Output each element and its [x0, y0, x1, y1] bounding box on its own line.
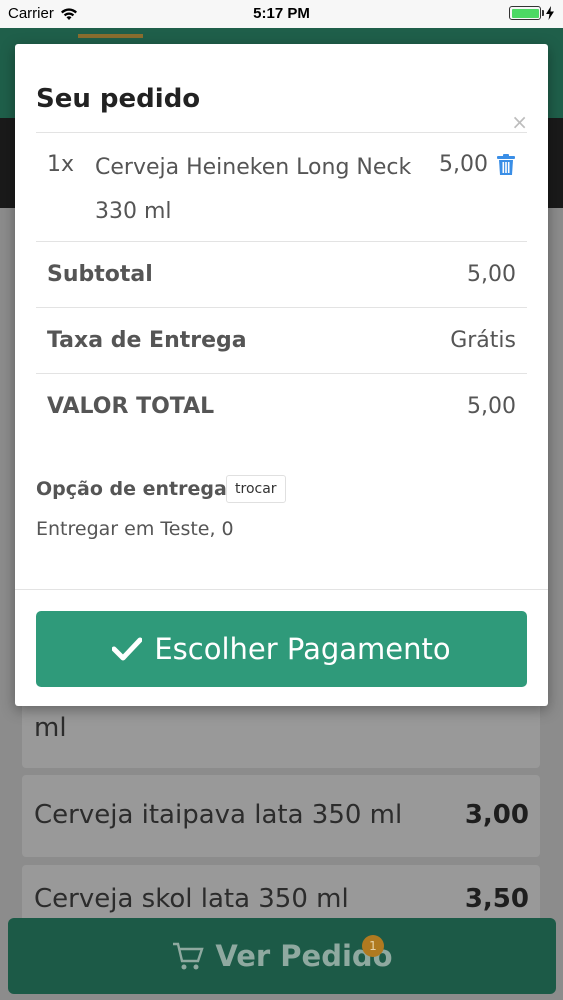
- divider: [36, 373, 527, 374]
- trash-icon[interactable]: [496, 154, 516, 176]
- modal-title: Seu pedido: [36, 84, 201, 114]
- list-item-name: Cerveja itaipava lata 350 ml: [34, 800, 403, 830]
- choose-payment-label: Escolher Pagamento: [154, 632, 451, 666]
- divider: [36, 132, 527, 133]
- total-label: VALOR TOTAL: [47, 394, 215, 419]
- divider: [36, 241, 527, 242]
- delivery-option-label: Opção de entrega: [36, 478, 227, 500]
- list-item-partial-text: ml: [34, 713, 67, 743]
- view-order-button[interactable]: Ver Pedido: [8, 918, 556, 994]
- cart-count-badge: 1: [362, 935, 384, 957]
- divider: [36, 307, 527, 308]
- list-item-price: 3,00: [464, 800, 529, 830]
- total-value: 5,00: [467, 394, 516, 419]
- checkmark-icon: [112, 637, 143, 661]
- delivery-address: Entregar em Teste, 0: [36, 518, 234, 540]
- list-item-name: Cerveja skol lata 350 ml: [34, 884, 349, 914]
- status-bar: Carrier 5:17 PM: [0, 0, 563, 28]
- order-modal: × Seu pedido 1x Cerveja Heineken Long Ne…: [15, 44, 548, 706]
- item-price: 5,00: [439, 152, 488, 177]
- active-tab-indicator: [78, 34, 143, 38]
- item-quantity: 1x: [47, 152, 75, 177]
- list-item[interactable]: [22, 700, 540, 768]
- battery-icon: [509, 6, 544, 20]
- list-item-price: 3,50: [464, 884, 529, 914]
- delivery-fee-value: Grátis: [450, 328, 516, 353]
- subtotal-label: Subtotal: [47, 262, 153, 287]
- choose-payment-button[interactable]: Escolher Pagamento: [36, 611, 527, 687]
- charging-icon: [546, 6, 554, 20]
- subtotal-value: 5,00: [467, 262, 516, 287]
- item-name: Cerveja Heineken Long Neck 330 ml: [95, 155, 412, 224]
- close-icon[interactable]: ×: [511, 112, 528, 132]
- swap-delivery-button[interactable]: trocar: [226, 475, 286, 503]
- status-right: [509, 6, 555, 20]
- status-time: 5:17 PM: [253, 5, 310, 22]
- delivery-fee-label: Taxa de Entrega: [47, 328, 247, 353]
- divider: [15, 589, 548, 590]
- cart-icon: [173, 942, 205, 970]
